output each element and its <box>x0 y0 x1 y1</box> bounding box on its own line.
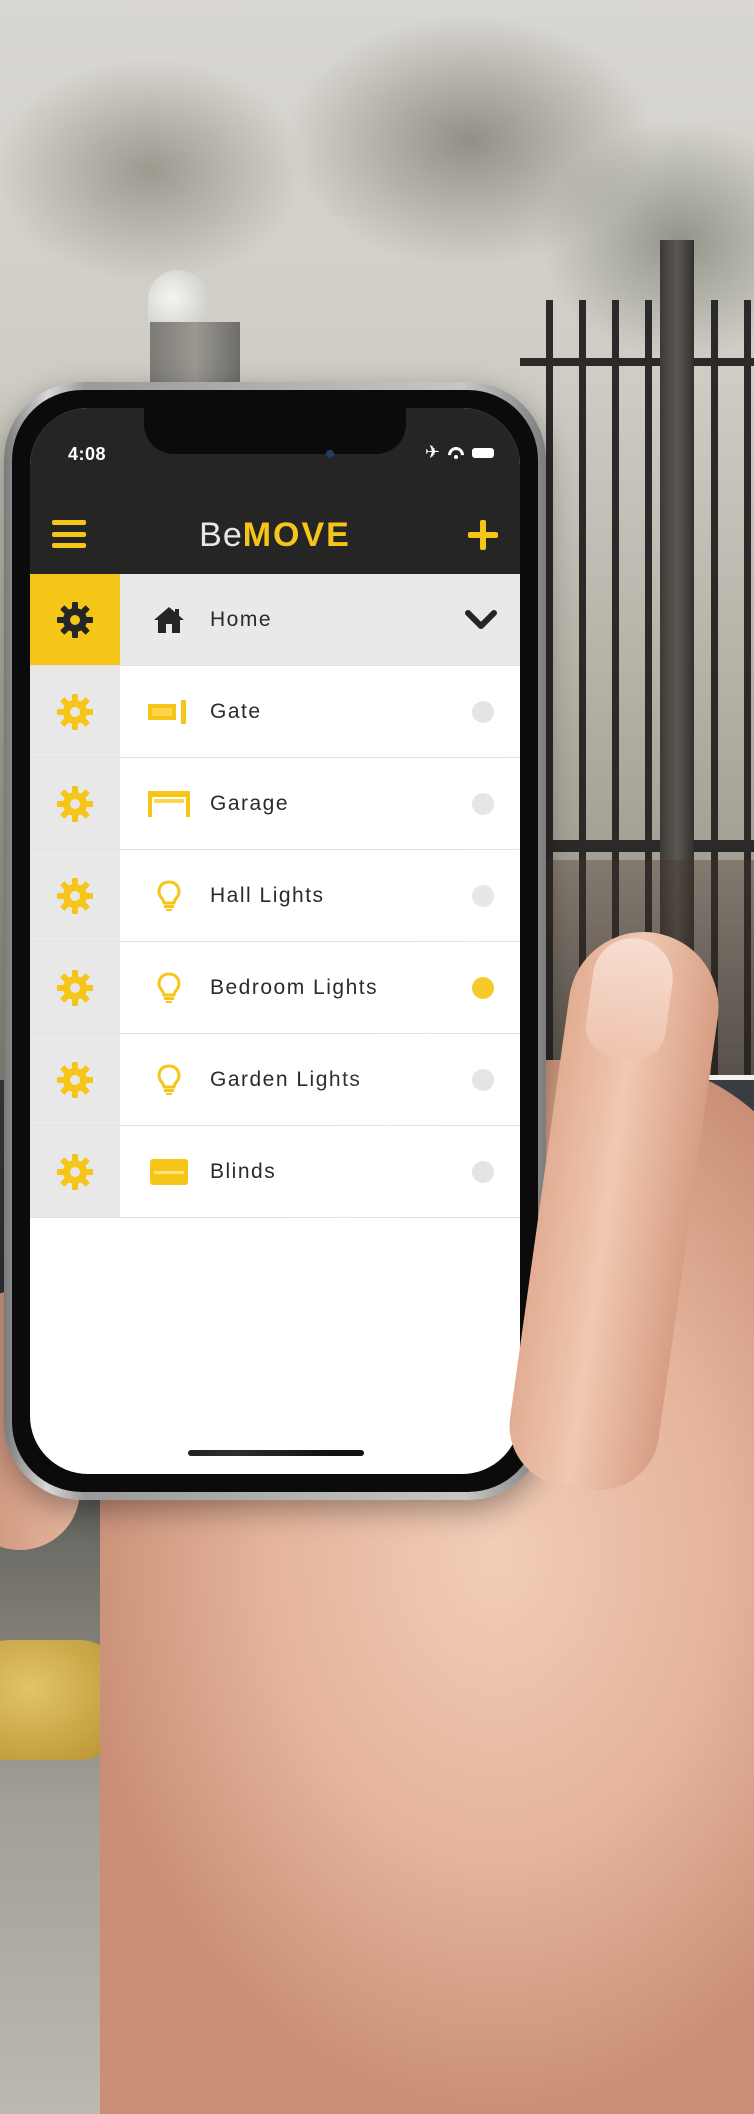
add-device-icon[interactable] <box>468 520 498 550</box>
device-toggle[interactable] <box>472 1160 494 1183</box>
list-header-label: Home <box>210 607 273 631</box>
device-list: Home Gate Garage Hall Lights Bedroom Lig… <box>30 574 520 1218</box>
device-toggle[interactable] <box>472 976 494 999</box>
phone-screen: 4:08 ✈ BeMOVE Home Gate Garage Hall Ligh… <box>30 408 520 1474</box>
list-item-gate[interactable]: Gate <box>30 666 520 758</box>
stone-pillar <box>150 322 240 382</box>
status-icons: ✈ <box>425 442 494 463</box>
brand-bold: MOVE <box>242 516 351 554</box>
gear-icon <box>55 784 95 824</box>
lightbulb-icon <box>146 879 192 913</box>
smartphone: 4:08 ✈ BeMOVE Home Gate Garage Hall Ligh… <box>4 382 546 1500</box>
gear-cell[interactable] <box>30 850 120 941</box>
gear-cell[interactable] <box>30 1034 120 1125</box>
item-label: Gate <box>210 699 262 723</box>
gear-cell[interactable] <box>30 574 120 665</box>
device-toggle[interactable] <box>472 1068 494 1091</box>
front-camera <box>326 450 334 458</box>
lightbulb-icon <box>146 1063 192 1097</box>
list-header-home[interactable]: Home <box>30 574 520 666</box>
list-item-garden-lights[interactable]: Garden Lights <box>30 1034 520 1126</box>
item-label: Garden Lights <box>210 1067 362 1091</box>
gear-icon <box>55 968 95 1008</box>
list-item-hall-lights[interactable]: Hall Lights <box>30 850 520 942</box>
gear-icon <box>55 876 95 916</box>
status-bar: 4:08 ✈ <box>30 408 520 494</box>
gear-cell[interactable] <box>30 942 120 1033</box>
app-logo: BeMOVE <box>30 516 520 555</box>
gear-cell[interactable] <box>30 666 120 757</box>
gear-cell[interactable] <box>30 758 120 849</box>
device-toggle[interactable] <box>472 700 494 723</box>
chevron-down-icon[interactable] <box>464 608 498 632</box>
house-icon <box>146 603 192 637</box>
gear-icon <box>55 692 95 732</box>
home-indicator[interactable] <box>188 1450 364 1456</box>
status-time: 4:08 <box>68 444 107 464</box>
brand-light: Be <box>199 516 243 554</box>
item-label: Garage <box>210 791 290 815</box>
gear-icon <box>55 1152 95 1192</box>
list-item-blinds[interactable]: Blinds <box>30 1126 520 1218</box>
item-label: Blinds <box>210 1159 277 1183</box>
device-toggle[interactable] <box>472 884 494 907</box>
blinds-icon <box>146 1155 192 1189</box>
gear-icon <box>55 600 95 640</box>
airplane-icon: ✈ <box>424 442 440 462</box>
battery-icon <box>472 447 494 458</box>
gear-icon <box>55 1060 95 1100</box>
hedge <box>520 860 754 1080</box>
list-item-bedroom-lights[interactable]: Bedroom Lights <box>30 942 520 1034</box>
garage-icon <box>146 787 192 821</box>
wifi-icon <box>448 447 464 459</box>
device-toggle[interactable] <box>472 792 494 815</box>
list-item-garage[interactable]: Garage <box>30 758 520 850</box>
gate-icon <box>146 695 192 729</box>
item-label: Hall Lights <box>210 883 325 907</box>
item-label: Bedroom Lights <box>210 975 379 999</box>
phone-notch <box>144 408 406 454</box>
app-header: BeMOVE <box>30 494 520 574</box>
lightbulb-icon <box>146 971 192 1005</box>
gear-cell[interactable] <box>30 1126 120 1217</box>
